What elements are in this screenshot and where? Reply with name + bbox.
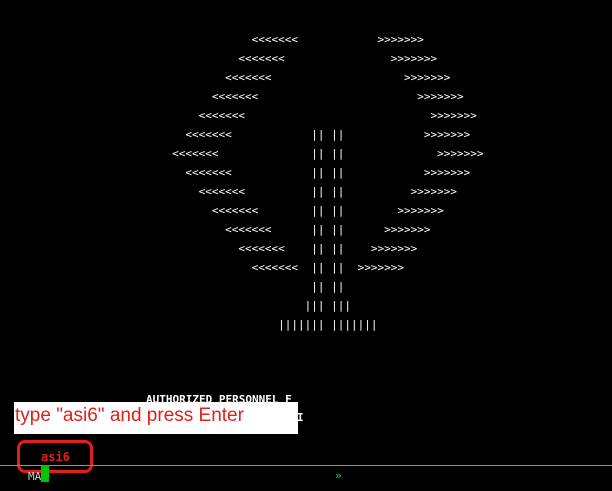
ascii-art-line: <<<<<<< || || >>>>>>> [0, 128, 471, 141]
ascii-art-line: ||| ||| [0, 299, 351, 312]
ascii-art-line: <<<<<<< || || >>>>>>> [0, 147, 484, 160]
ascii-art-line: <<<<<<< >>>>>>> [0, 109, 477, 122]
ascii-art-line: <<<<<<< || || >>>>>>> [0, 185, 457, 198]
ascii-art-line: <<<<<<< >>>>>>> [0, 71, 451, 84]
ascii-art-line: <<<<<<< || || >>>>>>> [0, 204, 444, 217]
text-cursor [41, 465, 49, 482]
ascii-art-line: <<<<<<< >>>>>>> [0, 52, 438, 65]
bottom-label: MA [28, 470, 42, 483]
terminal-screen[interactable]: <<<<<<< >>>>>>> <<<<<<< >>>>>>> <<<<<<< … [0, 0, 612, 491]
ascii-art-line: ||||||| ||||||| [0, 318, 378, 331]
ascii-art-line: <<<<<<< || || >>>>>>> [0, 242, 418, 255]
ascii-art-line: <<<<<<< || || >>>>>>> [0, 166, 471, 179]
ascii-art-line: <<<<<<< >>>>>>> [0, 33, 424, 46]
more-indicator-icon: » [335, 469, 342, 482]
ascii-art-line: <<<<<<< || || >>>>>>> [0, 261, 404, 274]
ascii-art-line: <<<<<<< || || >>>>>>> [0, 223, 431, 236]
instruction-overlay: type "asi6" and press Enter [14, 402, 298, 434]
ascii-art-line: <<<<<<< >>>>>>> [0, 90, 464, 103]
ascii-art-line: || || [0, 280, 345, 293]
status-divider [0, 465, 612, 466]
command-input[interactable]: asi6 [41, 450, 70, 464]
